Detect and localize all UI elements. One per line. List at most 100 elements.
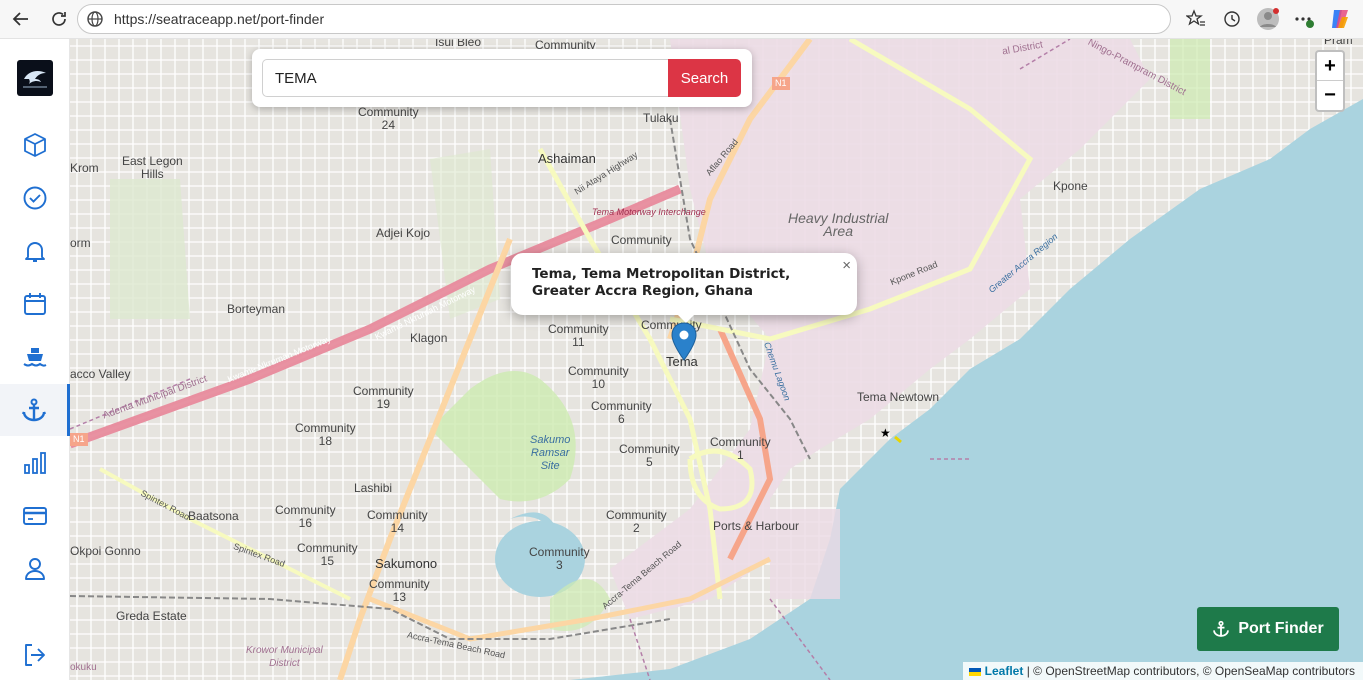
copilot-icon: [1332, 10, 1348, 28]
map-label: Community 16: [275, 503, 336, 530]
zoom-in-button[interactable]: +: [1317, 52, 1343, 81]
reload-icon: [52, 12, 66, 26]
map-label: Klagon: [410, 331, 448, 345]
sidebar-item-calendar[interactable]: [0, 278, 70, 330]
map-label: Tema Newtown: [857, 390, 940, 404]
history-icon: [1224, 11, 1240, 27]
map-label: Community: [611, 233, 672, 247]
map-label: Okpoi Gonno: [70, 544, 141, 558]
popup-close-button[interactable]: ×: [842, 257, 851, 274]
sidebar-item-port-finder[interactable]: [0, 384, 70, 436]
bell-icon: [25, 242, 45, 262]
attribution-text: | © OpenStreetMap contributors, © OpenSe…: [1023, 664, 1355, 678]
calendar-icon: [24, 293, 46, 315]
url-text: https://seatraceapp.net/port-finder: [114, 11, 325, 27]
copilot-button[interactable]: [1327, 5, 1353, 33]
map-label: acco Valley: [70, 367, 131, 381]
map-pin-icon[interactable]: [671, 322, 697, 362]
ukraine-flag-icon: [969, 667, 982, 676]
map-label: Tulaku: [643, 111, 679, 125]
sidebar-item-vessels[interactable]: [0, 331, 70, 383]
map-label: Borteyman: [227, 302, 286, 316]
logout-icon: [25, 644, 45, 666]
anchor-icon: [21, 398, 46, 422]
sidebar-item-analytics[interactable]: [0, 437, 70, 489]
more-menu-button[interactable]: [1291, 5, 1317, 33]
sidebar: [0, 39, 70, 680]
app-logo[interactable]: [17, 60, 53, 96]
map-label: Community 13: [369, 577, 430, 604]
map-label: East Legon Hills: [122, 154, 183, 181]
sidebar-item-tasks[interactable]: [0, 172, 70, 224]
map-label: Krowor Municipal District: [246, 645, 323, 669]
map-label: Community 11: [548, 322, 609, 349]
map-label: Tema Motorway Interchange: [592, 207, 706, 217]
favorites-button[interactable]: [1183, 5, 1209, 33]
popup-text: Tema, Tema Metropolitan District, Greate…: [532, 266, 791, 299]
address-bar[interactable]: https://seatraceapp.net/port-finder: [77, 4, 1171, 34]
leaflet-link[interactable]: Leaflet: [985, 664, 1024, 678]
map-label: N1: [70, 433, 88, 446]
map-label: Community 5: [619, 442, 680, 469]
arrow-left-icon: [12, 12, 28, 26]
map-label: Community 24: [358, 105, 419, 132]
anchor-icon: [1213, 620, 1230, 637]
avatar-icon: [1257, 8, 1279, 30]
map-label: Heavy Industrial Area: [788, 210, 889, 239]
sidebar-item-profile[interactable]: [0, 543, 70, 595]
map-label: Krom: [70, 161, 99, 175]
svg-text:★: ★: [880, 426, 891, 440]
reload-button[interactable]: [44, 4, 74, 34]
map-label: Ports & Harbour: [713, 519, 800, 533]
sidebar-item-notifications[interactable]: [0, 225, 70, 277]
user-icon: [25, 558, 45, 580]
map-label: Lashibi: [354, 481, 393, 495]
ship-icon: [23, 348, 47, 367]
check-circle-icon: [23, 186, 47, 210]
map-label: Community 18: [295, 421, 356, 448]
map-label: N1: [772, 77, 790, 90]
search-input[interactable]: [262, 59, 670, 97]
search-panel: Search: [252, 49, 752, 107]
package-icon: [24, 133, 46, 157]
sidebar-item-logout[interactable]: [0, 629, 70, 681]
map-attribution: Leaflet | © OpenStreetMap contributors, …: [963, 662, 1363, 680]
bar-chart-icon: [24, 452, 46, 474]
globe-icon: [84, 8, 106, 30]
back-button[interactable]: [6, 4, 36, 34]
map-label: Community 14: [367, 508, 428, 535]
map-label: Community 2: [606, 508, 667, 535]
location-popup: Tema, Tema Metropolitan District, Greate…: [511, 253, 857, 323]
sidebar-item-packages[interactable]: [0, 119, 70, 171]
zoom-control: + −: [1315, 50, 1345, 112]
search-button[interactable]: Search: [668, 59, 741, 97]
map-label: Sakumo Ramsar Site: [530, 434, 571, 472]
dolphin-logo-icon: [23, 71, 47, 88]
map-label: Community 10: [568, 364, 629, 391]
map-label: Kpone: [1053, 179, 1088, 193]
more-dots-icon: [1295, 17, 1314, 28]
map-label: Greda Estate: [116, 609, 187, 623]
port-finder-label: Port Finder: [1238, 620, 1324, 637]
map-label: Isui Bleo: [435, 39, 482, 49]
map-label: Community 6: [591, 399, 652, 426]
map-label: Community 15: [297, 541, 358, 568]
map-label: Community 3: [529, 545, 590, 572]
browser-toolbar: https://seatraceapp.net/port-finder: [0, 0, 1363, 39]
history-button[interactable]: [1219, 5, 1245, 33]
map-label: okuku: [70, 662, 97, 673]
map-view[interactable]: ★ Isui Bleo Community Community 24 Tulak…: [70, 39, 1363, 680]
profile-button[interactable]: [1255, 5, 1281, 33]
map-label: Pram: [1324, 39, 1353, 47]
credit-card-icon: [23, 507, 47, 525]
map-label: Sakumono: [375, 556, 438, 571]
port-finder-button[interactable]: Port Finder: [1197, 607, 1339, 651]
map-label: Ashaiman: [538, 151, 596, 166]
map-label: Baatsona: [188, 509, 239, 523]
map-label: Community 1: [710, 435, 771, 462]
map-label: Community 19: [353, 384, 414, 411]
map-label: Adjei Kojo: [376, 226, 431, 240]
zoom-out-button[interactable]: −: [1317, 81, 1343, 110]
star-list-icon: [1186, 9, 1205, 26]
sidebar-item-billing[interactable]: [0, 490, 70, 542]
